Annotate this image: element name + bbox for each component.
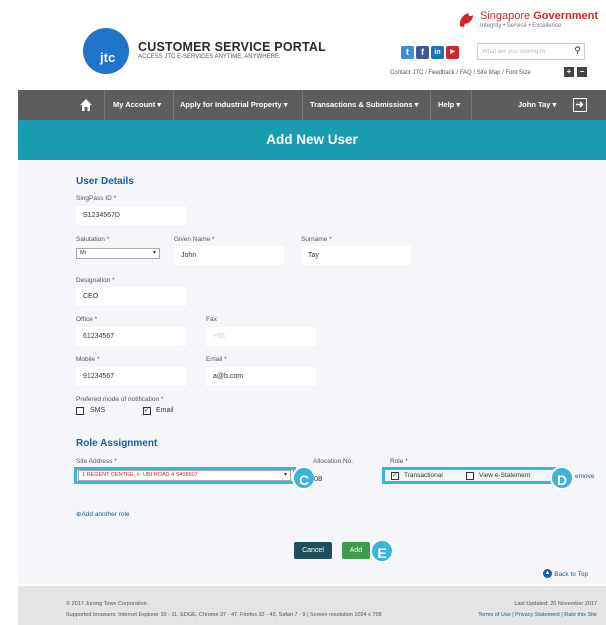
allocation-value: 08 bbox=[314, 474, 323, 483]
designation-field[interactable]: CEO bbox=[76, 287, 186, 306]
logo-text: jtc bbox=[100, 50, 116, 65]
add-another-role-link[interactable]: ⊕Add another role bbox=[76, 510, 130, 518]
office-label: Office * bbox=[76, 316, 98, 323]
email-option-label: Email bbox=[156, 407, 174, 414]
designation-label: Designation * bbox=[76, 277, 115, 284]
callout-d: D bbox=[550, 466, 574, 490]
portal-subtitle: ACCESS JTC E-SERVICES ANYTIME, ANYWHERE. bbox=[138, 54, 281, 60]
singpass-label: SingPass ID * bbox=[76, 195, 117, 202]
form-area: User Details SingPass ID * S1234567D Sal… bbox=[18, 160, 606, 584]
nav-transactions-submissions[interactable]: Transactions & Submissions ▾ bbox=[310, 100, 418, 109]
nav-divider bbox=[302, 90, 303, 120]
search-input[interactable] bbox=[478, 44, 566, 59]
back-to-top-link[interactable]: ▲ Back to Top bbox=[543, 569, 589, 579]
role-transactional-label: Transactional bbox=[404, 472, 443, 479]
gov-title-a: Singapore bbox=[480, 10, 534, 22]
salutation-select[interactable]: Mr ▾ bbox=[76, 248, 160, 259]
page-title: Add New User bbox=[18, 120, 606, 160]
copyright-text: © 2017 Jurong Town Corporation bbox=[66, 601, 147, 607]
supported-browsers-text: Supported browsers: Internet Explorer 10… bbox=[66, 612, 382, 618]
chevron-down-icon: ▾ bbox=[152, 250, 156, 256]
allocation-label: Allocation No. bbox=[313, 458, 354, 465]
facebook-icon[interactable]: f bbox=[416, 46, 429, 59]
footer-links[interactable]: Terms of Use | Privacy Statement | Rate … bbox=[478, 612, 597, 618]
gov-title-b: Government bbox=[533, 10, 599, 22]
nav-help[interactable]: Help ▾ bbox=[438, 100, 460, 109]
given-name-label: Given Name * bbox=[174, 236, 215, 243]
role-label: Role * bbox=[390, 458, 408, 465]
linkedin-icon[interactable]: in bbox=[431, 46, 444, 59]
nav-divider bbox=[430, 90, 431, 120]
salutation-label: Salutation * bbox=[76, 236, 110, 243]
site-address-select[interactable]: 1 REGENT CENTRE, #- UBI ROAD 4 S408607 ▾ bbox=[78, 470, 291, 481]
singapore-lion-icon bbox=[459, 13, 473, 27]
callout-c: C bbox=[292, 466, 316, 490]
nav-divider bbox=[104, 90, 105, 120]
page: jtc CUSTOMER SERVICE PORTAL ACCESS JTC E… bbox=[18, 0, 606, 625]
email-label: Email * bbox=[206, 356, 227, 363]
utility-links[interactable]: Contact JTC / Feedback / FAQ / Site Map … bbox=[390, 70, 531, 76]
remove-role-link[interactable]: emove bbox=[575, 473, 595, 480]
nav-apply-industrial-property[interactable]: Apply for Industrial Property ▾ bbox=[180, 100, 288, 109]
role-transactional-checkbox[interactable]: ✓ bbox=[391, 472, 399, 480]
arrow-up-circle-icon: ▲ bbox=[543, 569, 552, 579]
role-estatement-label: View e-Statement bbox=[479, 472, 531, 479]
fax-field[interactable] bbox=[206, 327, 316, 346]
cancel-button[interactable]: Cancel bbox=[294, 542, 332, 559]
site-footer: © 2017 Jurong Town Corporation Supported… bbox=[18, 586, 606, 625]
notification-label: Prefered mode of notification * bbox=[76, 396, 164, 403]
fax-label: Fax bbox=[206, 316, 217, 323]
nav-my-account[interactable]: My Account ▾ bbox=[113, 100, 161, 109]
site-address-value: 1 REGENT CENTRE, #- UBI ROAD 4 S408607 bbox=[82, 472, 198, 478]
search-icon[interactable]: ⚲ bbox=[574, 45, 581, 56]
gov-tagline: Integrity • Service • Excellence bbox=[480, 23, 562, 29]
youtube-icon[interactable]: ▶ bbox=[446, 46, 459, 59]
nav-divider bbox=[471, 90, 472, 120]
given-name-field[interactable]: John bbox=[174, 246, 284, 265]
back-to-top-label: Back to Top bbox=[554, 571, 589, 578]
surname-label: Surname * bbox=[301, 236, 332, 243]
chevron-down-icon: ▾ bbox=[283, 472, 287, 478]
last-updated-text: Last Updated: 20 November 2017 bbox=[514, 601, 597, 607]
site-header: jtc CUSTOMER SERVICE PORTAL ACCESS JTC E… bbox=[18, 0, 606, 90]
mobile-field[interactable]: 91234567 bbox=[76, 367, 186, 386]
home-icon[interactable] bbox=[79, 98, 93, 112]
email-field[interactable]: a@b.com bbox=[206, 367, 316, 386]
sms-checkbox[interactable] bbox=[76, 407, 84, 415]
portal-title: CUSTOMER SERVICE PORTAL bbox=[138, 40, 326, 54]
logout-icon[interactable] bbox=[573, 98, 587, 112]
search-box: ⚲ bbox=[477, 43, 585, 60]
email-checkbox[interactable]: ✓ bbox=[143, 407, 151, 415]
mobile-label: Mobile * bbox=[76, 356, 100, 363]
gov-title[interactable]: Singapore Government bbox=[480, 10, 598, 22]
add-button[interactable]: Add bbox=[342, 542, 370, 559]
callout-e: E bbox=[370, 539, 394, 563]
salutation-value: Mr bbox=[80, 250, 87, 256]
singpass-id-field[interactable]: S1234567D bbox=[76, 206, 186, 225]
role-assignment-heading: Role Assignment bbox=[76, 438, 158, 449]
site-address-label: Site Address * bbox=[76, 458, 117, 465]
font-decrease-button[interactable]: − bbox=[577, 67, 587, 77]
main-navbar: My Account ▾ Apply for Industrial Proper… bbox=[18, 90, 606, 120]
office-field[interactable]: 61234567 bbox=[76, 327, 186, 346]
nav-divider bbox=[173, 90, 174, 120]
nav-user-menu[interactable]: John Tay ▾ bbox=[518, 100, 556, 109]
jtc-logo[interactable]: jtc bbox=[83, 28, 129, 74]
role-estatement-checkbox[interactable] bbox=[466, 472, 474, 480]
user-details-heading: User Details bbox=[76, 176, 134, 187]
sms-label: SMS bbox=[90, 407, 106, 414]
twitter-icon[interactable]: t bbox=[401, 46, 414, 59]
font-increase-button[interactable]: + bbox=[564, 67, 574, 77]
surname-field[interactable]: Tay bbox=[301, 246, 411, 265]
